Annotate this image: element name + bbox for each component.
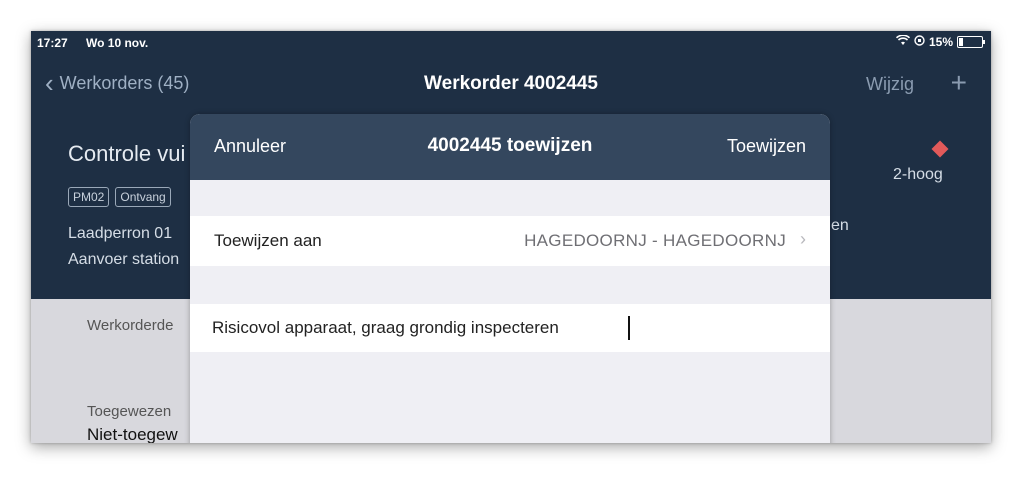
- note-input[interactable]: [212, 316, 802, 340]
- details-value-assigned: Niet-toegew: [87, 425, 178, 443]
- workorder-tags: PM02 Ontvang: [68, 187, 171, 207]
- priority-label: 2-hoog: [893, 166, 943, 183]
- add-button[interactable]: +: [951, 67, 967, 99]
- assign-modal: Annuleer 4002445 toewijzen Toewijzen Toe…: [190, 114, 830, 443]
- assign-to-value: HAGEDOORNJ - HAGEDOORNJ: [524, 231, 786, 250]
- priority-diamond-icon: [931, 140, 949, 158]
- modal-header: Annuleer 4002445 toewijzen Toewijzen: [190, 114, 830, 180]
- edit-button[interactable]: Wijzig: [866, 74, 914, 95]
- text-cursor: [628, 316, 630, 340]
- chevron-right-icon: ›: [800, 229, 806, 249]
- location-line-1: Laadperron 01: [68, 225, 173, 242]
- assign-to-row[interactable]: Toewijzen aan HAGEDOORNJ - HAGEDOORNJ ›: [190, 216, 830, 266]
- assign-confirm-button[interactable]: Toewijzen: [727, 136, 806, 157]
- assign-to-label: Toewijzen aan: [214, 231, 322, 250]
- tag-type: PM02: [68, 187, 110, 207]
- tag-status: Ontvang: [115, 187, 171, 207]
- orientation-lock-icon: [914, 35, 925, 49]
- location-line-2: Aanvoer station: [68, 251, 180, 268]
- background-text-fragment: en: [831, 217, 849, 234]
- status-bar: 17:27 Wo 10 nov. 15%: [31, 31, 991, 53]
- status-time: 17:27: [37, 36, 68, 50]
- note-row: [190, 304, 830, 352]
- navigation-bar: ‹ Werkorders (45) Werkorder 4002445 Wijz…: [31, 67, 991, 103]
- battery-icon: [957, 36, 985, 48]
- workorder-title: Controle vui: [68, 141, 186, 166]
- wifi-icon: [895, 34, 911, 49]
- status-right: 15%: [895, 34, 985, 49]
- details-label-description: Werkorderde: [87, 317, 174, 334]
- page-title: Werkorder 4002445: [424, 73, 598, 94]
- status-date: Wo 10 nov.: [86, 36, 149, 50]
- battery-percent: 15%: [928, 35, 953, 49]
- ipad-screen: 17:27 Wo 10 nov. 15% ‹ Werkorders (45) W…: [31, 31, 991, 443]
- details-label-assigned: Toegewezen: [87, 403, 172, 420]
